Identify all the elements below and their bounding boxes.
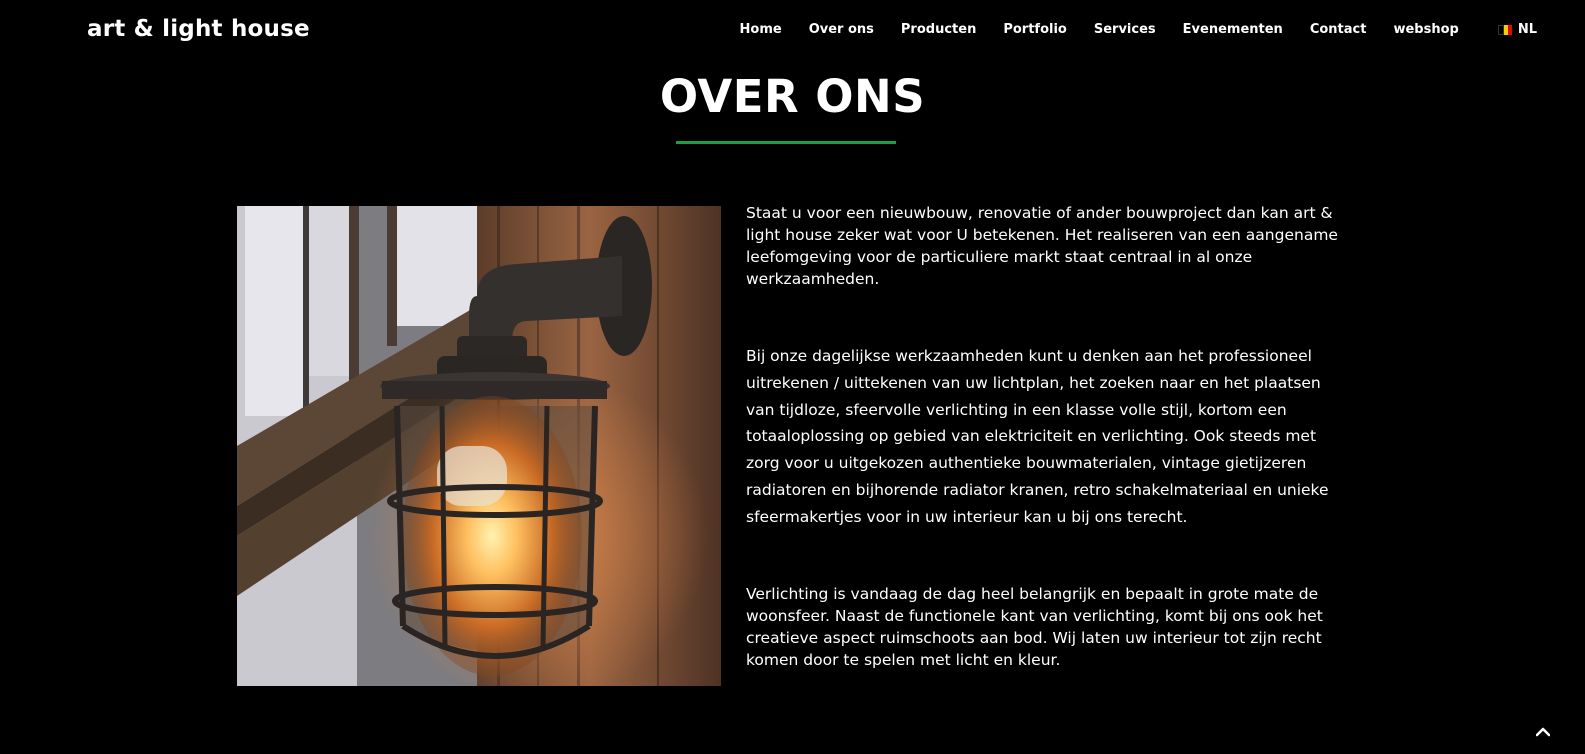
belgium-flag-icon [1497,24,1512,35]
about-paragraph-2: Bij onze dagelijkse werkzaamheden kunt u… [746,347,1329,526]
page-title: OVER ONS [659,70,926,123]
language-switcher[interactable]: NL [1497,22,1537,37]
nav-item-services[interactable]: Services [1094,22,1156,37]
lamp-photo [237,206,721,686]
about-paragraph-3: Verlichting is vandaag de dag heel belan… [746,585,1323,669]
scroll-to-top-button[interactable] [1533,722,1553,742]
nav-item-over-ons[interactable]: Over ons [809,22,874,37]
title-section: OVER ONS [0,68,1585,126]
language-label: NL [1517,22,1537,37]
nav-item-contact[interactable]: Contact [1310,22,1367,37]
nav-item-home[interactable]: Home [740,22,782,37]
main-nav: Home Over ons Producten Portfolio Servic… [740,22,1537,37]
page: art & light house Home Over ons Producte… [0,0,1585,754]
nav-item-producten[interactable]: Producten [901,22,976,37]
title-underline [676,141,896,144]
site-header: art & light house Home Over ons Producte… [0,0,1585,60]
brand-logo[interactable]: art & light house [87,16,310,42]
nav-item-webshop[interactable]: webshop [1393,22,1458,37]
nav-item-portfolio[interactable]: Portfolio [1003,22,1067,37]
about-paragraph-1: Staat u voor een nieuwbouw, renovatie of… [746,204,1338,288]
chevron-up-icon [1536,727,1550,737]
nav-item-evenementen[interactable]: Evenementen [1183,22,1283,37]
